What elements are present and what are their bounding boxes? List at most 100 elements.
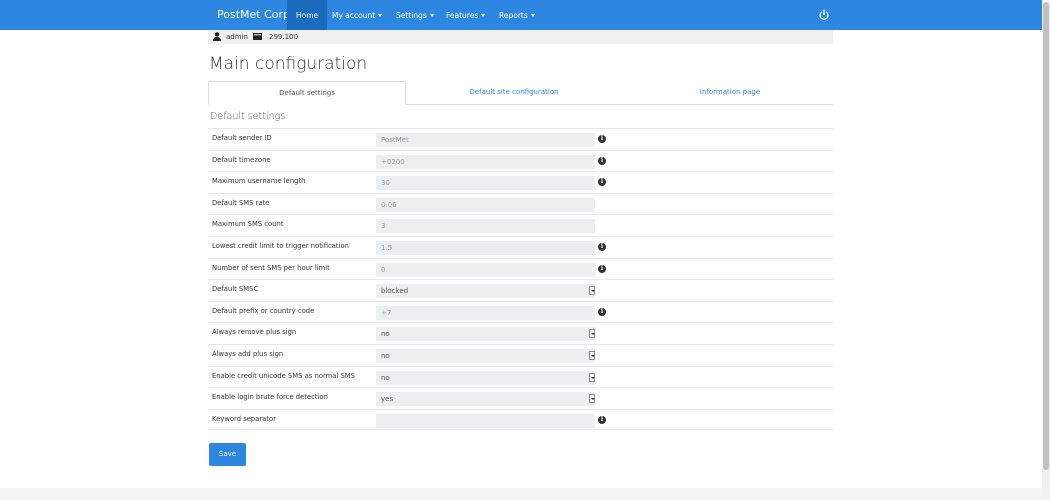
caret-down-icon <box>481 14 486 17</box>
caret-down-icon <box>429 14 434 17</box>
setting-input[interactable]: 3 <box>376 219 595 234</box>
settings-row: Enable credit unicode SMS as normal SMS n… <box>208 365 833 388</box>
settings-row: Maximum SMS count 3 <box>208 214 833 236</box>
settings-row: Number of sent SMS per hour limit 0 i <box>208 257 833 280</box>
tab-default-settings[interactable]: Default settings <box>208 81 406 105</box>
info-icon[interactable]: i <box>598 242 606 251</box>
setting-input[interactable]: 30 <box>376 176 595 191</box>
setting-label: Default timezone <box>212 155 271 164</box>
tab-default-site-configuration[interactable]: Default site configuration <box>414 81 614 104</box>
settings-form: Default sender ID PostMet i Default timezon… <box>208 128 833 431</box>
setting-label: Default SMS rate <box>212 198 270 207</box>
setting-select[interactable]: no <box>376 370 595 385</box>
setting-value: +7 <box>381 308 392 317</box>
section-title: Default settings <box>210 111 286 122</box>
info-icon[interactable]: i <box>598 264 606 273</box>
settings-row: Default prefix or country code +7 i <box>208 300 833 323</box>
setting-input[interactable]: PostMet <box>376 133 595 147</box>
settings-row: Enable login brute force detection yes <box>208 387 833 409</box>
tab-default-site-configuration-label: Default site configuration <box>469 88 559 96</box>
setting-select[interactable]: no <box>376 327 595 342</box>
dropdown-arrow-icon[interactable] <box>589 372 595 382</box>
setting-input[interactable]: +0200 <box>376 154 595 169</box>
settings-row: Lowest credit limit to trigger notificat… <box>208 235 833 258</box>
dropdown-arrow-icon[interactable] <box>589 329 595 339</box>
settings-row: Keyword separator i <box>208 408 833 431</box>
setting-label: Default prefix or country code <box>212 306 315 315</box>
setting-label: Maximum username length <box>212 177 306 186</box>
setting-label: Number of sent SMS per hour limit <box>212 263 330 272</box>
setting-value: no <box>381 330 390 339</box>
dropdown-arrow-icon[interactable] <box>589 350 595 360</box>
setting-value: PostMet <box>381 136 409 144</box>
setting-label: Maximum SMS count <box>212 220 284 229</box>
settings-row: Default timezone +0200 i <box>208 149 833 172</box>
nav-home-label: Home <box>296 11 319 20</box>
caret-down-icon <box>378 14 383 17</box>
setting-input[interactable]: 1.5 <box>376 240 595 255</box>
setting-value: blocked <box>381 287 409 296</box>
tab-information-page-label: Information page <box>699 88 761 96</box>
info-icon[interactable]: i <box>598 178 606 187</box>
power-icon[interactable] <box>818 9 830 21</box>
setting-input[interactable] <box>376 413 595 428</box>
caret-down-icon <box>530 14 535 17</box>
setting-select[interactable]: no <box>376 348 595 363</box>
info-icon[interactable]: i <box>598 415 606 424</box>
setting-value: no <box>381 351 390 360</box>
vertical-scrollbar[interactable] <box>1042 0 1050 500</box>
setting-label: Always add plus sign <box>212 349 284 358</box>
user-icon <box>213 32 221 41</box>
setting-label: Keyword separator <box>212 414 276 423</box>
setting-label: Lowest credit limit to trigger notificat… <box>212 241 349 250</box>
page-footer <box>0 488 1042 500</box>
tab-default-settings-label: Default settings <box>279 89 335 97</box>
setting-select[interactable]: blocked <box>376 284 595 299</box>
setting-value: yes <box>381 395 394 404</box>
setting-value: no <box>381 373 390 382</box>
setting-value: 0.06 <box>381 200 397 209</box>
setting-value: 1.5 <box>381 243 393 252</box>
setting-input[interactable]: 0.06 <box>376 197 595 212</box>
setting-label: Always remove plus sign <box>212 328 297 337</box>
nav-settings[interactable]: Settings <box>387 0 443 30</box>
info-icon[interactable]: i <box>598 135 606 143</box>
setting-label: Enable login brute force detection <box>212 393 328 402</box>
user-status-bar: admin 299.100 <box>208 30 833 44</box>
settings-row: Always remove plus sign no <box>208 322 833 344</box>
setting-value: +0200 <box>381 157 405 166</box>
brand-logo[interactable]: PostMet Corp. <box>217 8 294 21</box>
nav-my-account-label: My account <box>332 11 376 20</box>
settings-row: Default SMS rate 0.06 <box>208 192 833 215</box>
nav-features-label: Features <box>446 11 479 20</box>
info-icon[interactable]: i <box>598 156 606 165</box>
username[interactable]: admin <box>226 30 248 44</box>
setting-value: 30 <box>381 179 390 188</box>
nav-reports-label: Reports <box>499 11 528 20</box>
settings-row: Always add plus sign no <box>208 343 833 366</box>
settings-row: Default SMSC blocked <box>208 279 833 301</box>
nav-features[interactable]: Features <box>437 0 494 30</box>
setting-select[interactable]: yes <box>376 392 595 407</box>
scrollbar-thumb[interactable] <box>1043 2 1049 470</box>
setting-value: 3 <box>381 222 386 231</box>
info-icon[interactable]: i <box>598 307 606 316</box>
nav-my-account[interactable]: My account <box>323 0 391 30</box>
save-button[interactable]: Save <box>209 443 246 466</box>
setting-input[interactable]: +7 <box>376 305 595 320</box>
tab-information-page[interactable]: Information page <box>630 81 830 104</box>
setting-label: Default SMSC <box>212 285 259 294</box>
setting-input[interactable]: 0 <box>376 262 595 277</box>
settings-row: Default sender ID PostMet i <box>208 128 833 150</box>
settings-row: Maximum username length 30 i <box>208 171 833 193</box>
page-title: Main configuration <box>209 54 368 74</box>
credit-balance: 299.100 <box>269 33 298 41</box>
nav-home[interactable]: Home <box>287 0 328 30</box>
money-icon <box>253 33 262 40</box>
dropdown-arrow-icon[interactable] <box>589 394 595 404</box>
dropdown-arrow-icon[interactable] <box>589 286 595 296</box>
setting-value: 0 <box>381 265 386 274</box>
nav-reports[interactable]: Reports <box>490 0 544 30</box>
setting-label: Default sender ID <box>212 134 272 142</box>
nav-settings-label: Settings <box>396 11 427 20</box>
